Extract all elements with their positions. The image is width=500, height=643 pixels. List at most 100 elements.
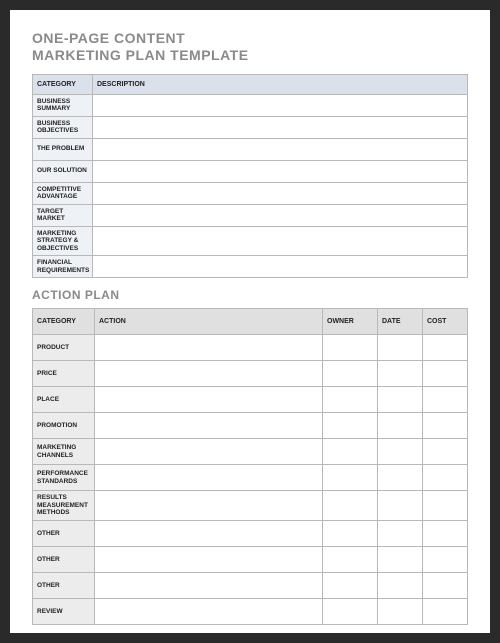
table-row: PERFORMANCE STANDARDS	[33, 465, 468, 491]
row-date[interactable]	[378, 387, 423, 413]
table-row: OTHER	[33, 573, 468, 599]
row-date[interactable]	[378, 521, 423, 547]
row-owner[interactable]	[323, 413, 378, 439]
row-owner[interactable]	[323, 465, 378, 491]
row-owner[interactable]	[323, 547, 378, 573]
row-description[interactable]	[93, 182, 468, 204]
row-owner[interactable]	[323, 335, 378, 361]
row-action[interactable]	[95, 573, 323, 599]
row-date[interactable]	[378, 599, 423, 625]
row-action[interactable]	[95, 361, 323, 387]
row-action[interactable]	[95, 599, 323, 625]
row-date[interactable]	[378, 413, 423, 439]
row-category: PERFORMANCE STANDARDS	[33, 465, 95, 491]
row-category: TARGET MARKET	[33, 204, 93, 226]
action-plan-heading: ACTION PLAN	[32, 288, 468, 302]
row-description[interactable]	[93, 160, 468, 182]
table-row: TARGET MARKET	[33, 204, 468, 226]
table-row: RESULTS MEASUREMENT METHODS	[33, 491, 468, 521]
header-action: ACTION	[95, 309, 323, 335]
document-page: ONE-PAGE CONTENT MARKETING PLAN TEMPLATE…	[10, 10, 490, 633]
row-owner[interactable]	[323, 439, 378, 465]
row-category: FINANCIAL REQUIREMENTS	[33, 256, 93, 278]
row-category: PROMOTION	[33, 413, 95, 439]
row-action[interactable]	[95, 521, 323, 547]
table-row: OTHER	[33, 521, 468, 547]
table-row: THE PROBLEM	[33, 138, 468, 160]
table-row: PLACE	[33, 387, 468, 413]
table-row: OTHER	[33, 547, 468, 573]
document-frame: ONE-PAGE CONTENT MARKETING PLAN TEMPLATE…	[0, 0, 500, 643]
row-description[interactable]	[93, 226, 468, 255]
row-date[interactable]	[378, 573, 423, 599]
row-cost[interactable]	[423, 465, 468, 491]
row-category: PRICE	[33, 361, 95, 387]
table-row: PRICE	[33, 361, 468, 387]
row-category: MARKETING STRATEGY & OBJECTIVES	[33, 226, 93, 255]
row-category: REVIEW	[33, 599, 95, 625]
header-date: DATE	[378, 309, 423, 335]
row-owner[interactable]	[323, 573, 378, 599]
row-category: OUR SOLUTION	[33, 160, 93, 182]
table-row: PRODUCT	[33, 335, 468, 361]
row-category: OTHER	[33, 521, 95, 547]
row-cost[interactable]	[423, 387, 468, 413]
row-action[interactable]	[95, 335, 323, 361]
row-cost[interactable]	[423, 361, 468, 387]
row-description[interactable]	[93, 116, 468, 138]
row-owner[interactable]	[323, 361, 378, 387]
page-title: ONE-PAGE CONTENT MARKETING PLAN TEMPLATE	[32, 30, 468, 64]
table-row: MARKETING CHANNELS	[33, 439, 468, 465]
row-action[interactable]	[95, 413, 323, 439]
row-action[interactable]	[95, 465, 323, 491]
row-category: RESULTS MEASUREMENT METHODS	[33, 491, 95, 521]
row-category: OTHER	[33, 573, 95, 599]
row-description[interactable]	[93, 256, 468, 278]
row-date[interactable]	[378, 439, 423, 465]
row-date[interactable]	[378, 335, 423, 361]
table-row: PROMOTION	[33, 413, 468, 439]
row-cost[interactable]	[423, 491, 468, 521]
action-plan-table: CATEGORY ACTION OWNER DATE COST PRODUCT …	[32, 308, 468, 625]
row-owner[interactable]	[323, 521, 378, 547]
row-cost[interactable]	[423, 521, 468, 547]
row-action[interactable]	[95, 547, 323, 573]
row-date[interactable]	[378, 465, 423, 491]
row-owner[interactable]	[323, 491, 378, 521]
row-category: PLACE	[33, 387, 95, 413]
row-cost[interactable]	[423, 413, 468, 439]
row-category: COMPETITIVE ADVANTAGE	[33, 182, 93, 204]
table-row: BUSINESS OBJECTIVES	[33, 116, 468, 138]
table-row: REVIEW	[33, 599, 468, 625]
header-category: CATEGORY	[33, 74, 93, 94]
row-date[interactable]	[378, 547, 423, 573]
row-cost[interactable]	[423, 335, 468, 361]
row-action[interactable]	[95, 439, 323, 465]
row-action[interactable]	[95, 491, 323, 521]
row-cost[interactable]	[423, 547, 468, 573]
row-cost[interactable]	[423, 439, 468, 465]
title-line-1: ONE-PAGE CONTENT	[32, 30, 468, 47]
row-category: OTHER	[33, 547, 95, 573]
row-owner[interactable]	[323, 387, 378, 413]
row-category: MARKETING CHANNELS	[33, 439, 95, 465]
row-category: THE PROBLEM	[33, 138, 93, 160]
row-date[interactable]	[378, 361, 423, 387]
table-row: FINANCIAL REQUIREMENTS	[33, 256, 468, 278]
row-date[interactable]	[378, 491, 423, 521]
table-row: BUSINESS SUMMARY	[33, 94, 468, 116]
row-owner[interactable]	[323, 599, 378, 625]
row-cost[interactable]	[423, 573, 468, 599]
title-line-2: MARKETING PLAN TEMPLATE	[32, 47, 468, 64]
row-description[interactable]	[93, 94, 468, 116]
row-description[interactable]	[93, 138, 468, 160]
header-description: DESCRIPTION	[93, 74, 468, 94]
header-category: CATEGORY	[33, 309, 95, 335]
table-row: OUR SOLUTION	[33, 160, 468, 182]
table-row: MARKETING STRATEGY & OBJECTIVES	[33, 226, 468, 255]
table-header-row: CATEGORY DESCRIPTION	[33, 74, 468, 94]
row-category: PRODUCT	[33, 335, 95, 361]
row-cost[interactable]	[423, 599, 468, 625]
row-description[interactable]	[93, 204, 468, 226]
row-action[interactable]	[95, 387, 323, 413]
